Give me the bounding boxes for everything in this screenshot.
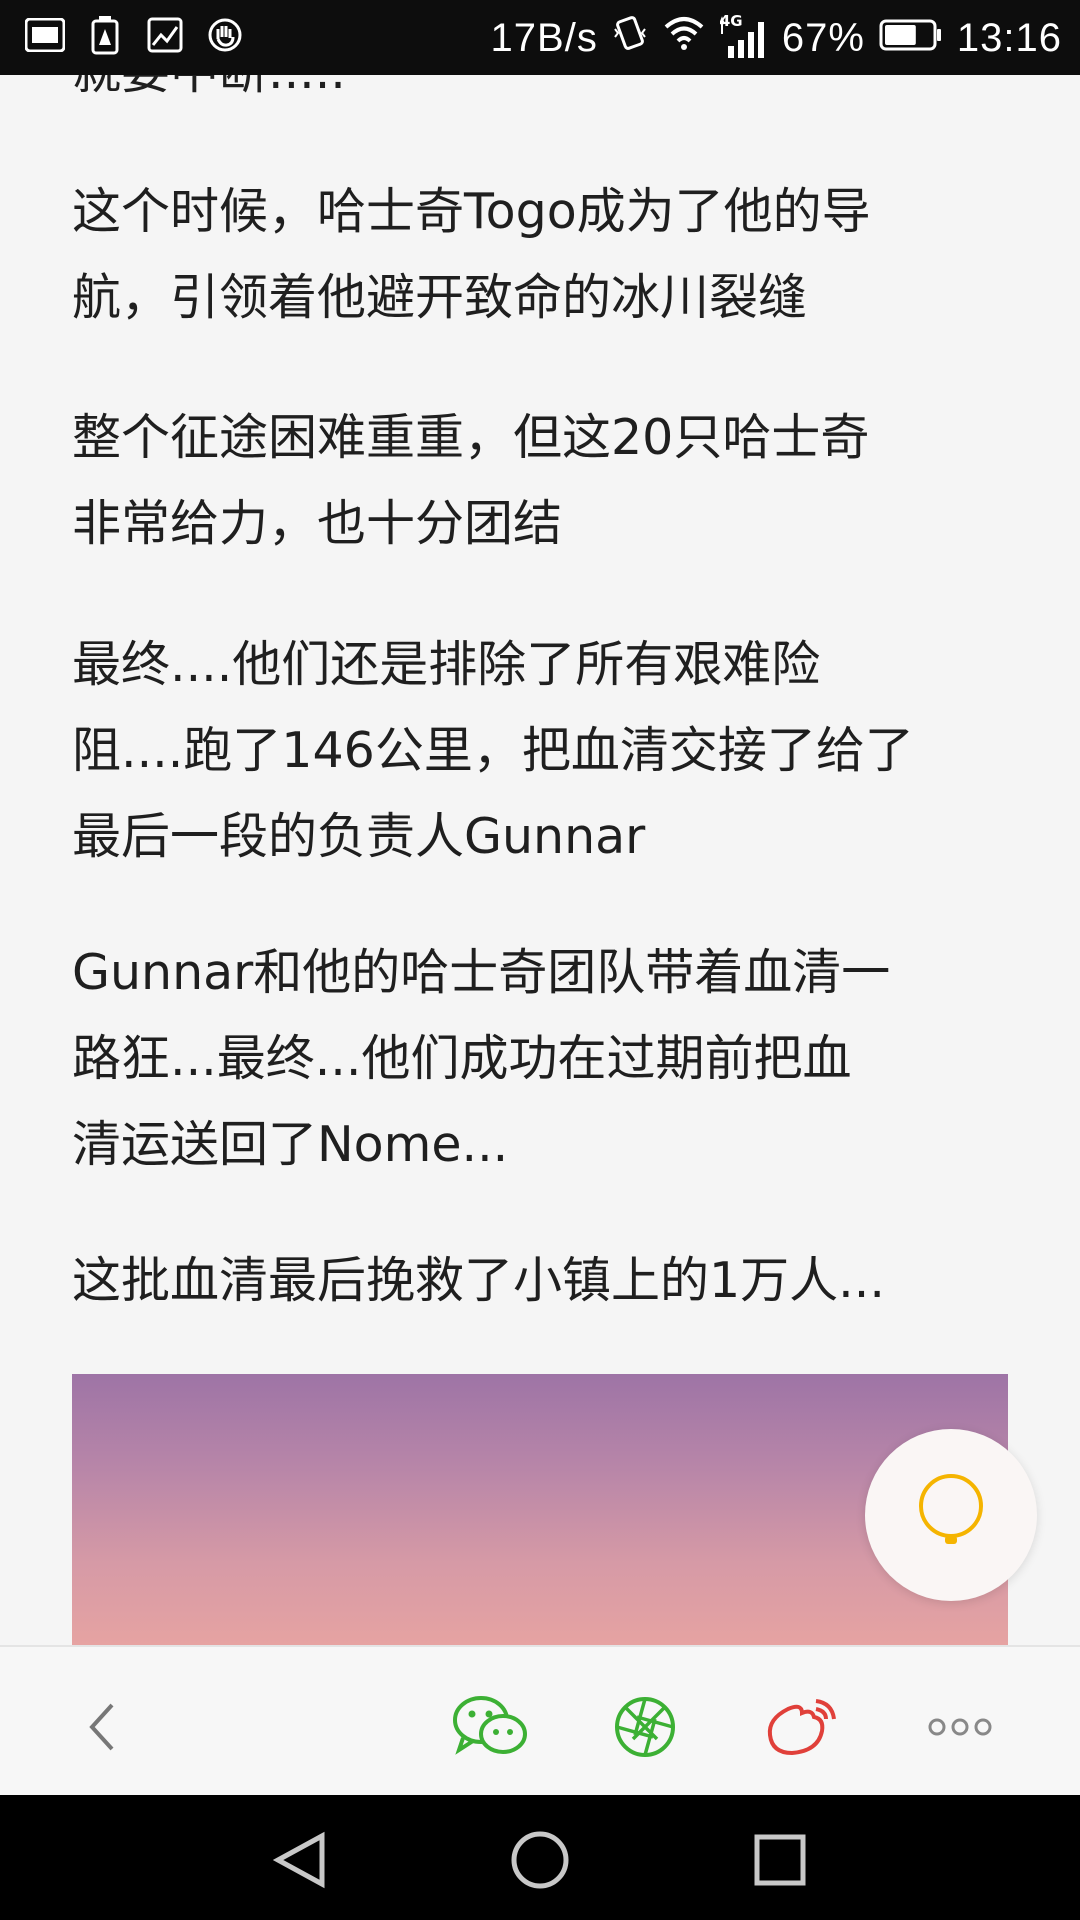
nav-home-button[interactable] xyxy=(505,1825,575,1895)
cell-signal-icon: 4G xyxy=(719,12,768,60)
hand-icon xyxy=(204,14,246,56)
wechat-icon xyxy=(453,1696,527,1755)
bottom-toolbar xyxy=(0,1645,1080,1797)
lightbulb-icon xyxy=(919,1474,983,1544)
square-recents-icon xyxy=(754,1834,806,1886)
system-nav-bar xyxy=(0,1795,1080,1920)
more-icon xyxy=(928,1718,992,1736)
vibrate-icon xyxy=(612,13,648,63)
article-paragraph: Gunnar和他的哈士奇团队带着血清一 路狂...最终...他们成功在过期前把血… xyxy=(72,944,891,1173)
share-wechat-button[interactable] xyxy=(448,1687,534,1767)
nav-recents-button[interactable] xyxy=(745,1825,815,1895)
status-right: 17B/s 4G 67% 13:16 xyxy=(491,10,1062,66)
chevron-left-icon xyxy=(89,1703,114,1751)
status-left-icons xyxy=(24,14,246,56)
article-paragraph: 这个时候，哈士奇Togo成为了他的导 航，引领着他避开致命的冰川裂缝 xyxy=(72,183,871,326)
article-paragraph: 最终....他们还是排除了所有艰难险 阻....跑了146公里，把血清交接了给了… xyxy=(72,636,914,865)
share-weibo-button[interactable] xyxy=(762,1687,842,1767)
nav-back-button[interactable] xyxy=(265,1825,335,1895)
more-button[interactable] xyxy=(920,1687,1000,1767)
status-bar: 17B/s 4G 67% 13:16 xyxy=(0,0,1080,75)
clock: 13:16 xyxy=(956,15,1062,60)
image-icon xyxy=(144,14,186,56)
article-paragraph: 整个征途困难重重，但这20只哈士奇 非常给力，也十分团结 xyxy=(72,409,870,552)
toutiao-icon xyxy=(24,14,66,56)
share-moments-button[interactable] xyxy=(605,1687,685,1767)
moments-icon xyxy=(615,1697,675,1757)
article-body: 就要中断..... 这个时候，哈士奇Togo成为了他的导 航，引领着他避开致命的… xyxy=(0,75,1080,1645)
article-paragraph: 这批血清最后挽救了小镇上的1万人... xyxy=(72,1252,885,1309)
net-speed: 17B/s xyxy=(490,15,598,60)
weibo-icon xyxy=(767,1699,836,1756)
circle-home-icon xyxy=(511,1831,569,1889)
wifi-icon xyxy=(662,15,706,61)
back-button[interactable] xyxy=(62,1687,142,1767)
battery-percent: 67% xyxy=(781,15,865,60)
article-paragraph: 就要中断..... xyxy=(72,75,1012,115)
lightbulb-button[interactable] xyxy=(865,1429,1037,1601)
battery-icon xyxy=(879,15,943,61)
battery-alert-icon xyxy=(84,14,126,56)
triangle-back-icon xyxy=(272,1831,325,1889)
